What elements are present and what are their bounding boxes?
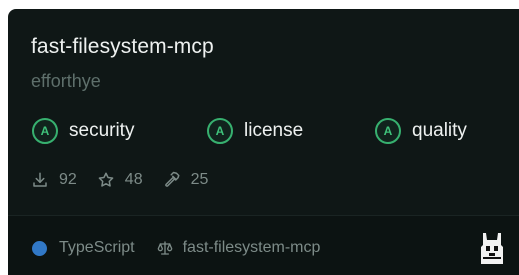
language-label: TypeScript <box>59 239 135 256</box>
server-card[interactable]: fast-filesystem-mcp efforthye A security… <box>8 9 519 275</box>
card-header: fast-filesystem-mcp efforthye A security… <box>8 9 519 215</box>
quality-label: quality <box>412 120 467 141</box>
language-color-dot <box>32 240 47 256</box>
quality-badge[interactable]: A quality <box>375 116 467 146</box>
stats-row: 92 48 25 <box>31 169 228 191</box>
scale-icon <box>157 241 172 255</box>
star-icon <box>98 172 114 187</box>
license-label: license <box>244 120 304 141</box>
license-grade: A <box>207 118 233 144</box>
llama-mascot-icon <box>481 233 503 264</box>
footer-meta: TypeScript fast-filesystem-mcp <box>32 237 320 259</box>
security-badge[interactable]: A security <box>32 116 134 146</box>
card-footer: TypeScript fast-filesystem-mcp <box>8 216 519 275</box>
tools-stat: 25 <box>163 171 209 189</box>
downloads-stat: 92 <box>31 171 77 189</box>
downloads-count: 92 <box>59 171 77 188</box>
server-title[interactable]: fast-filesystem-mcp <box>31 35 214 59</box>
hammer-icon <box>164 171 180 187</box>
server-author[interactable]: efforthye <box>31 71 101 92</box>
quality-grade: A <box>375 118 401 144</box>
download-icon <box>33 172 47 187</box>
security-label: security <box>69 120 135 141</box>
stars-count: 48 <box>124 171 143 188</box>
security-grade: A <box>32 118 58 144</box>
grade-badges: A security A license A quality <box>8 116 519 146</box>
license-name: fast-filesystem-mcp <box>182 239 321 256</box>
license-badge[interactable]: A license <box>207 116 303 146</box>
stars-stat: 48 <box>97 171 143 189</box>
tools-count: 25 <box>190 171 209 188</box>
